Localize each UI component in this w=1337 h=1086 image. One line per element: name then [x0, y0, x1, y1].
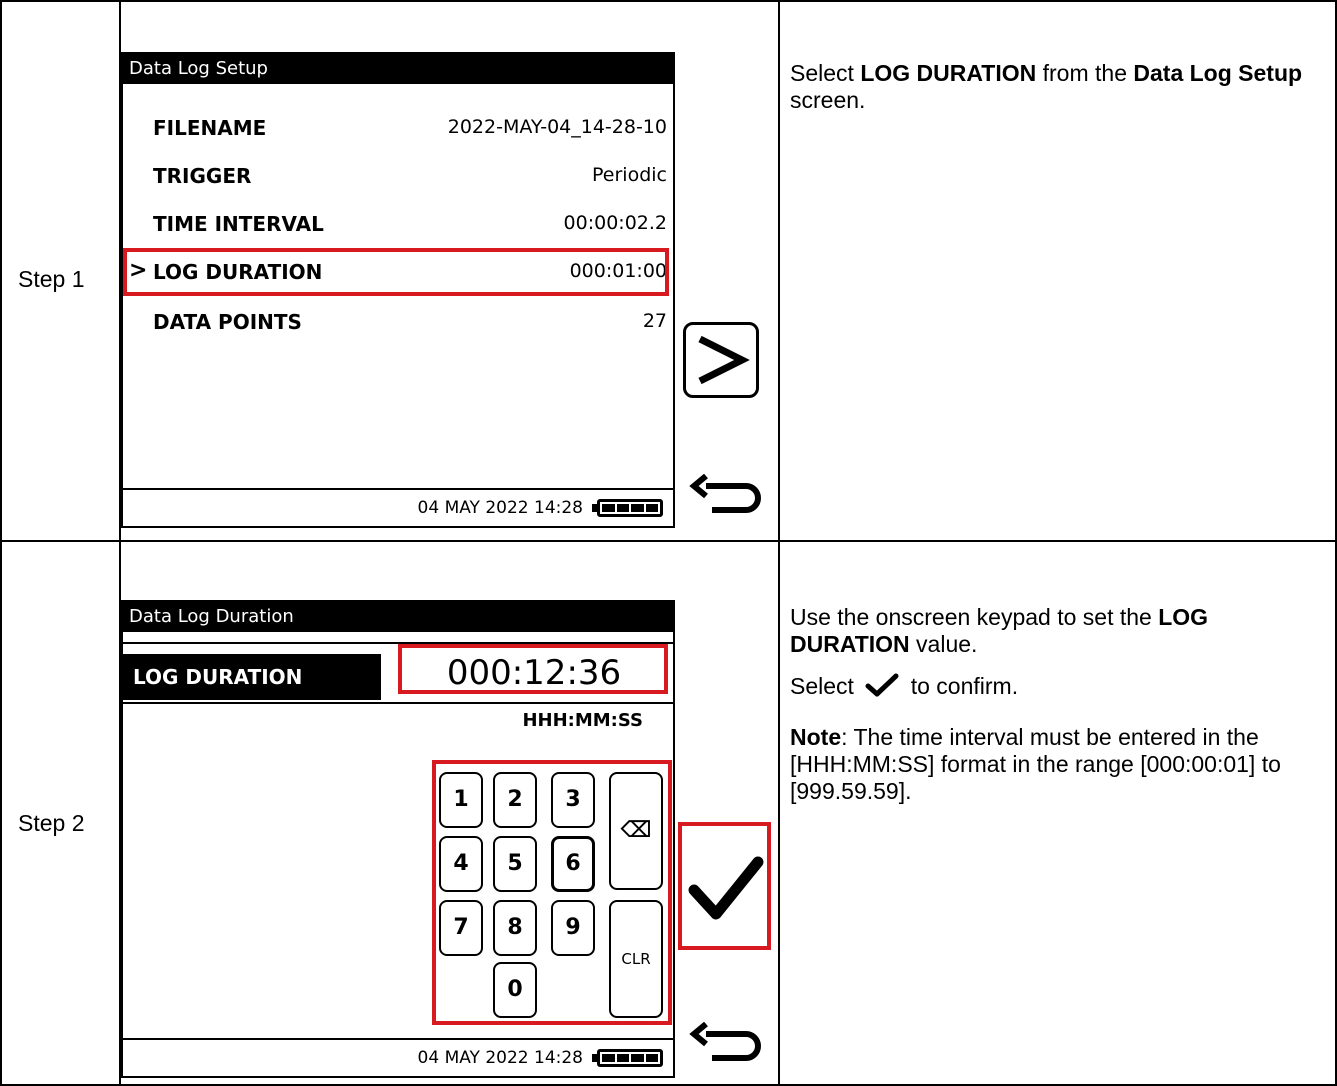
step-1-label: Step 1: [18, 266, 85, 292]
checkmark-icon: [688, 856, 764, 920]
screen-title: Data Log Duration: [123, 602, 673, 632]
row-value: 00:00:02.2: [563, 212, 667, 234]
format-hint: HHH:MM:SS: [522, 710, 643, 731]
row-label: FILENAME: [153, 116, 267, 140]
row-filename[interactable]: FILENAME 2022-MAY-04_14-28-10: [123, 108, 673, 152]
checkmark-icon: [865, 673, 899, 697]
date-time: 04 MAY 2022 14:28: [417, 1048, 583, 1068]
row-value: 2022-MAY-04_14-28-10: [447, 116, 667, 138]
log-duration-label: LOG DURATION: [123, 654, 381, 700]
row-trigger[interactable]: TRIGGER Periodic: [123, 156, 673, 200]
confirm-button[interactable]: [678, 822, 771, 950]
chevron-right-icon: [698, 335, 750, 385]
battery-icon: [592, 499, 663, 517]
row-value: 27: [642, 310, 667, 332]
row-label: TRIGGER: [153, 164, 252, 188]
row-label: DATA POINTS: [153, 310, 302, 334]
highlight-log-duration-value: [398, 644, 668, 694]
screen-title: Data Log Setup: [123, 54, 673, 84]
back-arrow-icon[interactable]: [686, 1022, 764, 1068]
highlight-log-duration: [123, 248, 669, 296]
row-label: TIME INTERVAL: [153, 212, 324, 236]
battery-icon: [592, 1049, 663, 1067]
status-bar: 04 MAY 2022 14:28: [123, 1038, 673, 1076]
step-2-label: Step 2: [18, 810, 85, 836]
step-2-description: Use the onscreen keypad to set the LOG D…: [790, 604, 1281, 804]
date-time: 04 MAY 2022 14:28: [417, 498, 583, 518]
highlight-keypad: [432, 760, 672, 1025]
status-bar: 04 MAY 2022 14:28: [123, 488, 673, 526]
next-button[interactable]: [683, 322, 759, 398]
back-arrow-icon[interactable]: [686, 474, 764, 520]
row-data-points[interactable]: DATA POINTS 27: [123, 302, 673, 346]
row-time-interval[interactable]: TIME INTERVAL 00:00:02.2: [123, 204, 673, 248]
step-1-description: Select LOG DURATION from the Data Log Se…: [790, 60, 1303, 113]
row-value: Periodic: [592, 164, 667, 186]
